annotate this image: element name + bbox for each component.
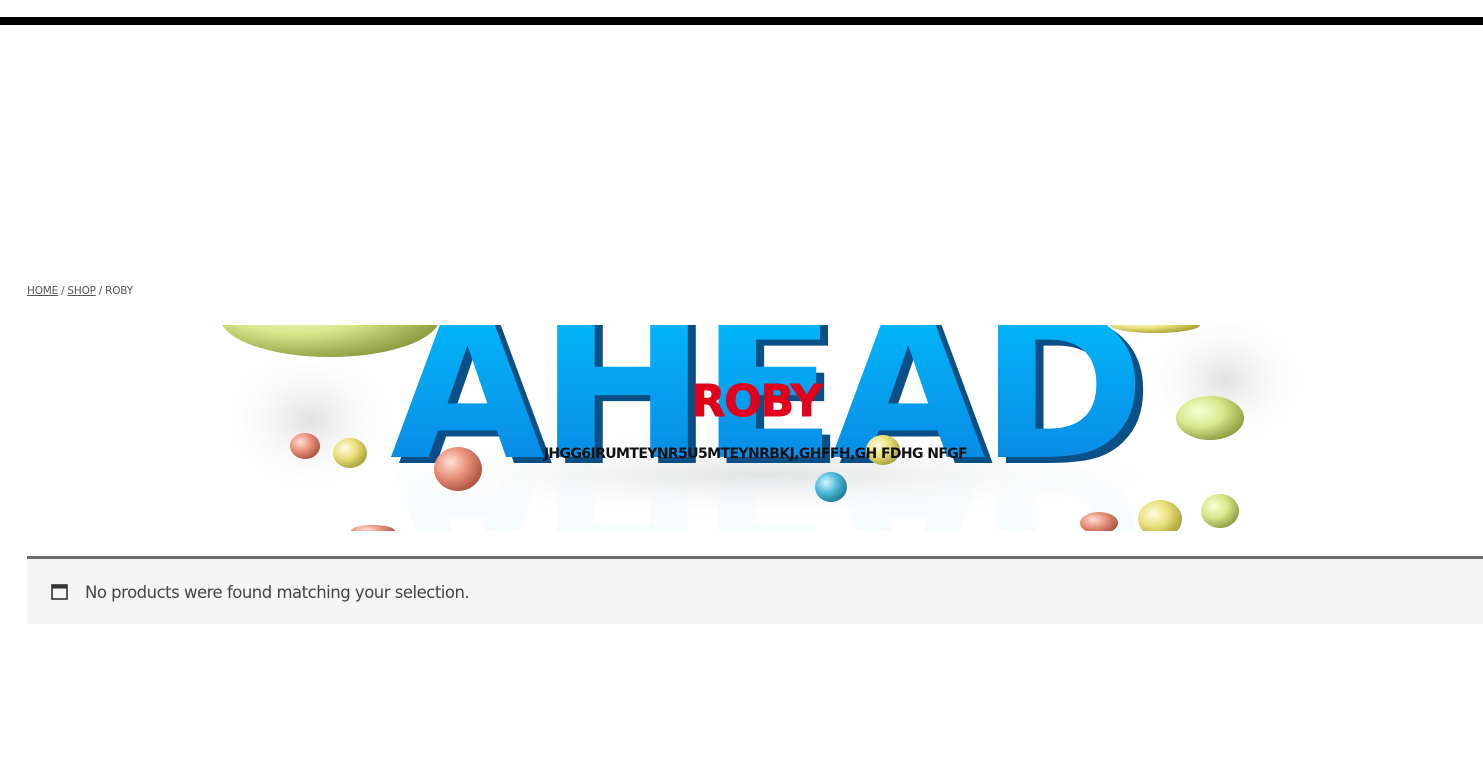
window-icon <box>51 584 68 600</box>
category-banner-image: AHEAD AHEAD AHEAD <box>215 325 1310 531</box>
breadcrumb-current: ROBY <box>105 285 133 297</box>
breadcrumb-shop-link[interactable]: SHOP <box>67 285 96 297</box>
top-border-bar <box>0 17 1483 25</box>
category-description: JHGG6IRUMTEYNR5U5MTEYNRBKJ,GHFFH,GH FDHG… <box>543 446 968 462</box>
svg-text:AHEAD: AHEAD <box>390 415 1140 531</box>
notice-message: No products were found matching your sel… <box>85 583 470 602</box>
breadcrumb-separator: / <box>61 285 65 297</box>
breadcrumb-separator: / <box>98 285 103 297</box>
no-products-notice: No products were found matching your sel… <box>27 556 1483 624</box>
breadcrumb: HOME / SHOP / ROBY <box>27 285 133 297</box>
breadcrumb-home-link[interactable]: HOME <box>27 285 58 297</box>
category-title: ROBY <box>691 376 823 427</box>
